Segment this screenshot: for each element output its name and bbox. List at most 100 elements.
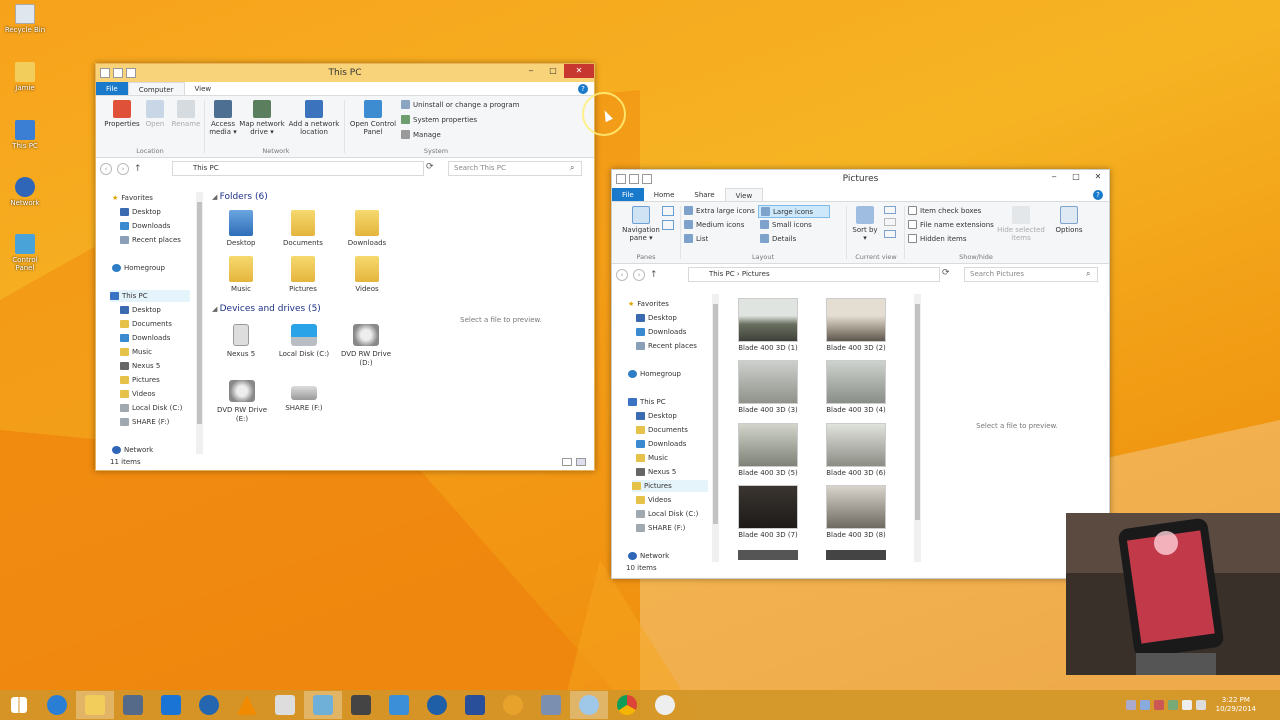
details-pane-icon[interactable] — [662, 220, 674, 230]
nav-homegroup[interactable]: Homegroup — [628, 368, 681, 380]
add-network-location-button[interactable]: Add a network location — [286, 100, 342, 136]
open-button[interactable]: Open — [142, 100, 168, 128]
search-input[interactable]: Search Pictures — [964, 267, 1098, 282]
taskbar-internet-explorer[interactable] — [38, 691, 76, 719]
folder-music[interactable]: Music — [218, 256, 264, 294]
tray-icon[interactable] — [1125, 700, 1136, 710]
nav-music[interactable]: Music — [120, 346, 152, 358]
nav-downloads[interactable]: Downloads — [636, 326, 686, 338]
address-bar[interactable]: This PC › Pictures — [688, 267, 940, 282]
customize-icon[interactable] — [642, 174, 652, 184]
details-view-icon[interactable] — [562, 458, 572, 466]
file-thumbnail[interactable]: Blade 400 3D (6) — [820, 423, 892, 478]
taskbar-app-15[interactable] — [532, 691, 570, 719]
device-local-disk[interactable]: Local Disk (C:) — [278, 322, 330, 359]
details-option[interactable]: Details — [760, 234, 796, 243]
file-thumbnail[interactable]: Blade 400 3D (5) — [732, 423, 804, 478]
system-properties-button[interactable]: System properties — [401, 115, 477, 124]
maximize-button[interactable]: □ — [542, 64, 564, 78]
nav-pictures[interactable]: Pictures — [120, 374, 160, 386]
nav-documents[interactable]: Documents — [636, 424, 688, 436]
nav-share[interactable]: SHARE (F:) — [120, 416, 169, 428]
nav-favorites[interactable]: ★ Favorites — [628, 298, 669, 310]
small-icons-option[interactable]: Small icons — [760, 220, 812, 229]
access-media-button[interactable]: Access media ▾ — [206, 100, 240, 136]
tab-computer[interactable]: Computer — [127, 82, 185, 95]
file-thumbnail[interactable]: Blade 400 3D (1) — [732, 298, 804, 353]
large-icons-option[interactable]: Large icons — [758, 205, 830, 218]
volume-icon[interactable] — [1181, 700, 1192, 710]
device-share[interactable]: SHARE (F:) — [278, 384, 330, 413]
desktop-icon-recycle-bin[interactable]: Recycle Bin — [2, 4, 48, 34]
forward-button[interactable]: › — [117, 163, 129, 175]
properties-button[interactable]: Properties — [104, 100, 140, 128]
nav-downloads[interactable]: Downloads — [636, 438, 686, 450]
customize-icon[interactable] — [126, 68, 136, 78]
taskbar-file-explorer[interactable] — [76, 691, 114, 719]
photo-thumbnail-partial[interactable] — [826, 550, 886, 560]
folder-pictures[interactable]: Pictures — [280, 256, 326, 294]
device-dvd-d[interactable]: DVD RW Drive (D:) — [340, 322, 392, 368]
nav-music[interactable]: Music — [636, 452, 668, 464]
taskbar-vlc[interactable] — [228, 691, 266, 719]
navigation-pane-button[interactable]: Navigation pane ▾ — [616, 206, 666, 242]
nav-videos[interactable]: Videos — [636, 494, 671, 506]
back-button[interactable]: ‹ — [100, 163, 112, 175]
folder-downloads[interactable]: Downloads — [344, 210, 390, 248]
start-button[interactable] — [0, 691, 38, 719]
close-button[interactable]: ✕ — [1087, 170, 1109, 184]
devices-header[interactable]: ◢ Devices and drives (5) — [212, 304, 321, 314]
nav-this-pc[interactable]: This PC — [628, 396, 666, 408]
preview-pane-icon[interactable] — [662, 206, 674, 216]
nav-downloads[interactable]: Downloads — [120, 332, 170, 344]
up-button[interactable]: ↑ — [134, 164, 142, 174]
nav-network[interactable]: Network — [112, 444, 153, 456]
nav-network[interactable]: Network — [628, 550, 669, 562]
new-folder-icon[interactable] — [113, 68, 123, 78]
nav-desktop[interactable]: Desktop — [636, 410, 677, 422]
taskbar-calculator[interactable] — [266, 691, 304, 719]
close-button[interactable]: ✕ — [564, 64, 594, 78]
nav-nexus[interactable]: Nexus 5 — [636, 466, 676, 478]
help-icon[interactable]: ? — [578, 84, 588, 94]
nav-homegroup[interactable]: Homegroup — [112, 262, 165, 274]
network-icon[interactable] — [1195, 700, 1206, 710]
taskbar-app-16[interactable] — [570, 691, 608, 719]
map-network-drive-button[interactable]: Map network drive ▾ — [238, 100, 286, 136]
forward-button[interactable]: › — [633, 269, 645, 281]
nav-recent-places[interactable]: Recent places — [120, 234, 181, 246]
options-button[interactable]: Options — [1052, 206, 1086, 234]
group-by-icon[interactable] — [884, 206, 896, 214]
nav-local-disk[interactable]: Local Disk (C:) — [120, 402, 182, 414]
tab-home[interactable]: Home — [644, 188, 685, 201]
properties-icon[interactable] — [616, 174, 626, 184]
desktop-icon-network[interactable]: Network — [2, 177, 48, 207]
minimize-button[interactable]: ‒ — [1043, 170, 1065, 184]
nav-desktop[interactable]: Desktop — [120, 304, 161, 316]
nav-downloads[interactable]: Downloads — [120, 220, 170, 232]
minimize-button[interactable]: ‒ — [520, 64, 542, 78]
nav-share[interactable]: SHARE (F:) — [636, 522, 685, 534]
nav-documents[interactable]: Documents — [120, 318, 172, 330]
taskbar-app-3[interactable] — [114, 691, 152, 719]
nav-this-pc[interactable]: This PC — [110, 290, 190, 302]
tray-icon[interactable] — [1139, 700, 1150, 710]
hidden-items-checkbox[interactable]: Hidden items — [908, 234, 967, 243]
item-check-boxes-checkbox[interactable]: Item check boxes — [908, 206, 981, 215]
open-control-panel-button[interactable]: Open Control Panel — [346, 100, 400, 136]
folders-header[interactable]: ◢ Folders (6) — [212, 192, 268, 202]
taskbar-app-10[interactable] — [342, 691, 380, 719]
nav-local-disk[interactable]: Local Disk (C:) — [636, 508, 698, 520]
file-thumbnail[interactable]: Blade 400 3D (8) — [820, 485, 892, 540]
taskbar-app-18[interactable] — [646, 691, 684, 719]
large-icons-view-icon[interactable] — [576, 458, 586, 466]
nav-desktop[interactable]: Desktop — [636, 312, 677, 324]
manage-button[interactable]: Manage — [401, 130, 441, 139]
taskbar-app-11[interactable] — [380, 691, 418, 719]
taskbar-chrome[interactable] — [608, 691, 646, 719]
file-thumbnail[interactable]: Blade 400 3D (7) — [732, 485, 804, 540]
search-input[interactable]: Search This PC — [448, 161, 582, 176]
new-folder-icon[interactable] — [629, 174, 639, 184]
nav-scrollbar[interactable] — [712, 294, 719, 562]
folder-documents[interactable]: Documents — [280, 210, 326, 248]
